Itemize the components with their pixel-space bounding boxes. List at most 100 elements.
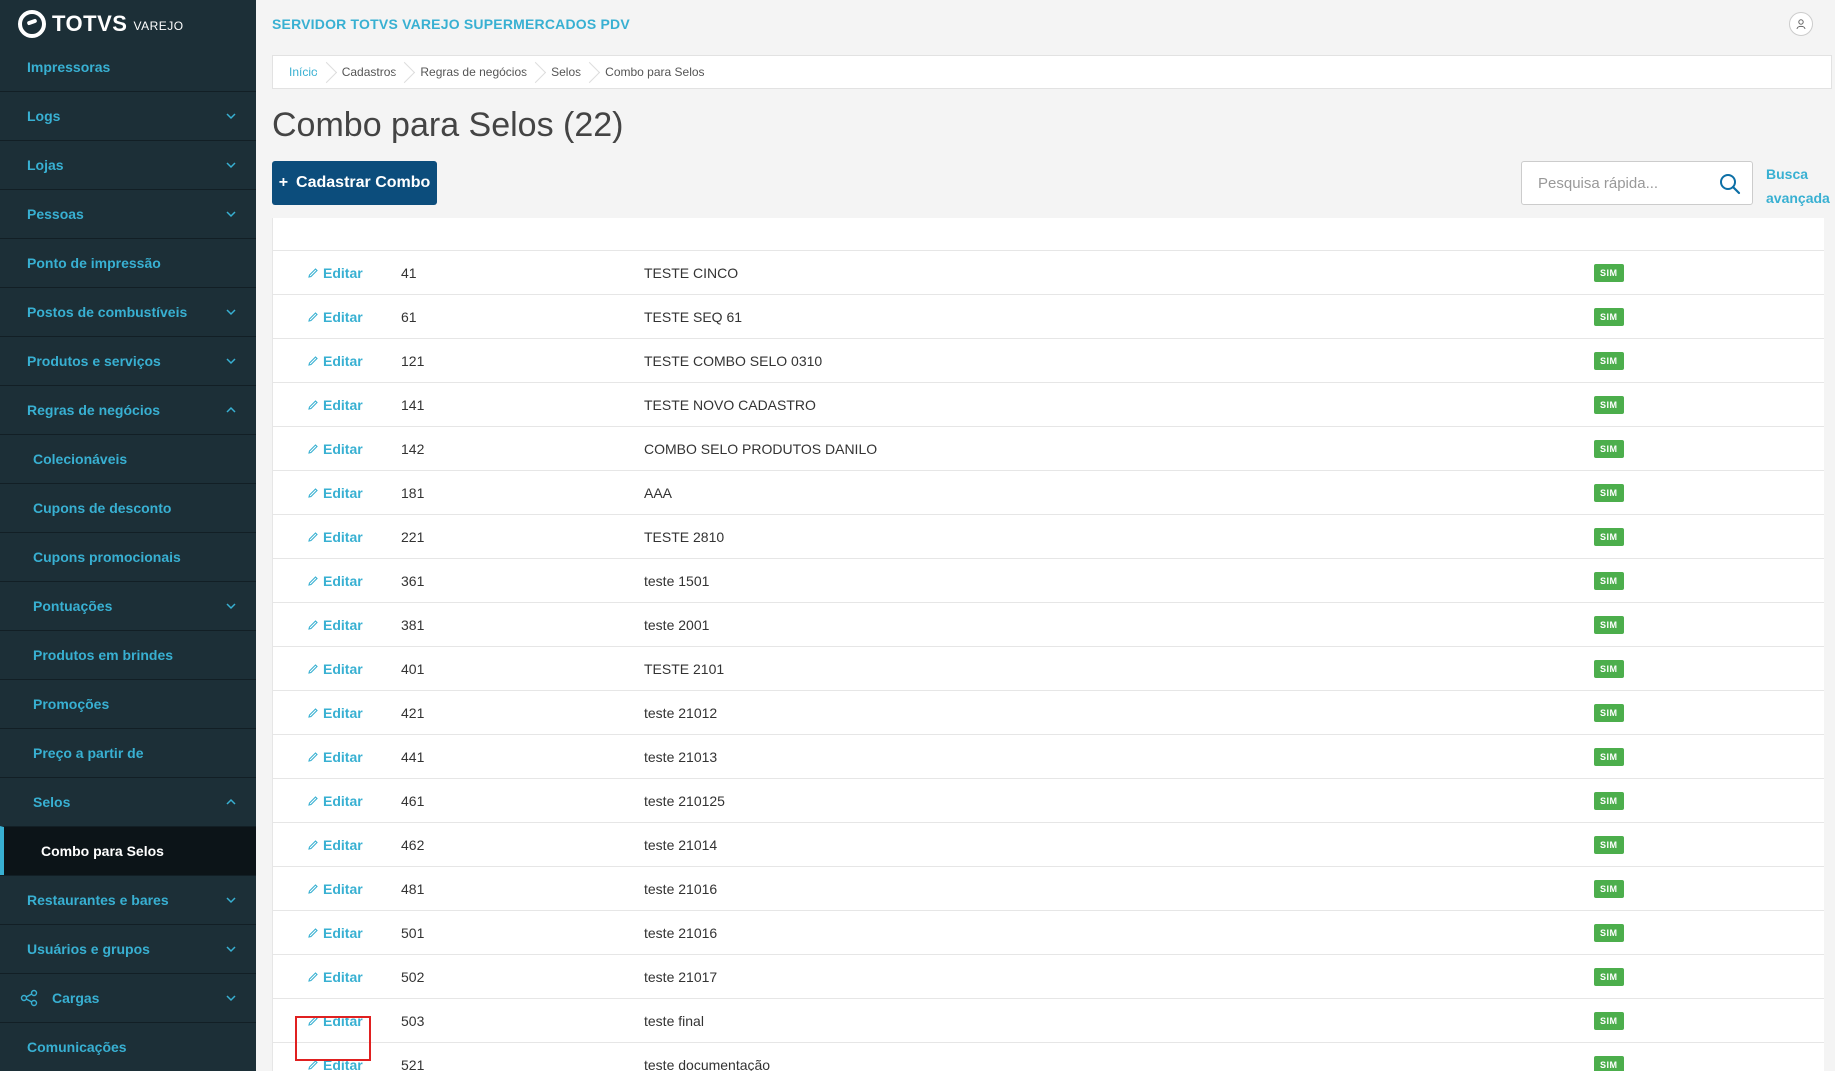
edit-link[interactable]: Editar xyxy=(273,1057,401,1071)
combo-description: teste 21013 xyxy=(644,748,718,765)
edit-link[interactable]: Editar xyxy=(273,881,401,897)
user-menu-button[interactable] xyxy=(1789,12,1813,36)
sidebar-item-pessoas[interactable]: Pessoas xyxy=(0,189,256,238)
edit-link[interactable]: Editar xyxy=(273,969,401,985)
sidebar-item-label: Promoções xyxy=(33,696,110,712)
sidebar-item-cupons-promocionais[interactable]: Cupons promocionais xyxy=(0,532,256,581)
pencil-icon xyxy=(308,971,318,982)
advanced-search-link[interactable]: Busca avançada xyxy=(1766,162,1832,210)
combo-description: teste final xyxy=(644,1012,704,1029)
sidebar-item-produtos-e-servicos[interactable]: Produtos e serviços xyxy=(0,336,256,385)
status-cell: SIM xyxy=(1594,747,1694,766)
chevron-down-icon xyxy=(226,358,236,365)
edit-link[interactable]: Editar xyxy=(273,837,401,853)
chevron-down-icon xyxy=(226,211,236,218)
pencil-icon xyxy=(308,575,318,586)
edit-link[interactable]: Editar xyxy=(273,705,401,721)
chevron-wrapper xyxy=(224,599,238,613)
sidebar-item-label: Impressoras xyxy=(27,59,111,75)
combo-description: teste 21012 xyxy=(644,704,718,721)
sidebar-item-regras-de-negocios[interactable]: Regras de negócios xyxy=(0,385,256,434)
edit-link[interactable]: Editar xyxy=(273,617,401,633)
sidebar-item-combo-para-selos[interactable]: Combo para Selos xyxy=(0,826,256,875)
sidebar-item-left: Comunicações xyxy=(27,1039,127,1055)
chevron-wrapper xyxy=(224,207,238,221)
breadcrumb-item-inicio[interactable]: Início xyxy=(281,56,330,88)
combo-description: teste 21014 xyxy=(644,836,718,853)
edit-link[interactable]: Editar xyxy=(273,353,401,369)
edit-link[interactable]: Editar xyxy=(273,573,401,589)
combo-description: AAA xyxy=(644,484,673,501)
sidebar-item-label: Cargas xyxy=(52,990,100,1006)
table-row: Editar 441 teste 21013 SIM xyxy=(273,735,1824,779)
sidebar-item-produtos-em-brindes[interactable]: Produtos em brindes xyxy=(0,630,256,679)
sidebar-item-left: Pessoas xyxy=(27,206,84,222)
search-icon[interactable] xyxy=(1718,172,1742,196)
edit-label: Editar xyxy=(323,572,363,589)
sidebar-item-left: Produtos e serviços xyxy=(27,353,161,369)
add-combo-button[interactable]: + Cadastrar Combo xyxy=(272,161,437,205)
edit-link[interactable]: Editar xyxy=(273,661,401,677)
chevron-wrapper xyxy=(224,354,238,368)
sidebar-item-impressoras[interactable]: Impressoras xyxy=(0,42,256,91)
sidebar-item-lojas[interactable]: Lojas xyxy=(0,140,256,189)
sidebar-item-postos-de-combustiveis[interactable]: Postos de combustíveis xyxy=(0,287,256,336)
pencil-icon xyxy=(308,267,318,278)
edit-link[interactable]: Editar xyxy=(273,485,401,501)
sidebar-item-left: Restaurantes e bares xyxy=(27,892,169,908)
edit-link[interactable]: Editar xyxy=(273,529,401,545)
sidebar-item-cupons-de-desconto[interactable]: Cupons de desconto xyxy=(0,483,256,532)
edit-link[interactable]: Editar xyxy=(273,749,401,765)
edit-link[interactable]: Editar xyxy=(273,397,401,413)
chevron-wrapper xyxy=(224,893,238,907)
pencil-icon xyxy=(308,1059,318,1070)
status-badge: SIM xyxy=(1594,924,1624,942)
combo-description: TESTE 2810 xyxy=(644,528,725,545)
sidebar-item-colecionaveis[interactable]: Colecionáveis xyxy=(0,434,256,483)
status-badge: SIM xyxy=(1594,748,1624,766)
combo-code: 501 xyxy=(401,924,425,941)
sidebar-item-comunicacoes[interactable]: Comunicações xyxy=(0,1022,256,1071)
sidebar-item-left: Colecionáveis xyxy=(33,451,127,467)
server-title: SERVIDOR TOTVS VAREJO SUPERMERCADOS PDV xyxy=(272,16,630,32)
pencil-icon xyxy=(308,487,318,498)
edit-link[interactable]: Editar xyxy=(273,265,401,281)
edit-link[interactable]: Editar xyxy=(273,1013,401,1029)
chevron-wrapper xyxy=(224,109,238,123)
brand-logo[interactable]: TOTVS VAREJO xyxy=(0,0,256,48)
combo-description: teste 21016 xyxy=(644,924,718,941)
chevron-up-icon xyxy=(226,798,236,805)
combo-code: 181 xyxy=(401,484,425,501)
combo-description: TESTE CINCO xyxy=(644,264,739,281)
chevron-wrapper xyxy=(224,991,238,1005)
pencil-icon xyxy=(308,355,318,366)
sidebar-item-usuarios-e-grupos[interactable]: Usuários e grupos xyxy=(0,924,256,973)
sidebar: Impressoras Logs Lojas Pessoas Ponto de impr… xyxy=(0,0,256,1071)
sidebar-item-pontuacoes[interactable]: Pontuações xyxy=(0,581,256,630)
sidebar-item-logs[interactable]: Logs xyxy=(0,91,256,140)
quick-search[interactable] xyxy=(1521,161,1753,205)
breadcrumb-item-regras-de-negocios[interactable]: Regras de negócios xyxy=(408,56,539,88)
edit-link[interactable]: Editar xyxy=(273,309,401,325)
edit-link[interactable]: Editar xyxy=(273,925,401,941)
combo-code: 61 xyxy=(401,308,417,325)
edit-label: Editar xyxy=(323,836,363,853)
sidebar-item-ponto-de-impressao[interactable]: Ponto de impressão xyxy=(0,238,256,287)
sidebar-item-selos[interactable]: Selos xyxy=(0,777,256,826)
status-cell: SIM xyxy=(1594,395,1694,414)
sidebar-item-promocoes[interactable]: Promoções xyxy=(0,679,256,728)
breadcrumb-item-cadastros[interactable]: Cadastros xyxy=(330,56,409,88)
edit-link[interactable]: Editar xyxy=(273,793,401,809)
chevron-wrapper xyxy=(224,648,238,662)
edit-link[interactable]: Editar xyxy=(273,441,401,457)
sidebar-item-label: Comunicações xyxy=(27,1039,127,1055)
table-row: Editar 481 teste 21016 SIM xyxy=(273,867,1824,911)
edit-label: Editar xyxy=(323,528,363,545)
sidebar-item-restaurantes-e-bares[interactable]: Restaurantes e bares xyxy=(0,875,256,924)
sidebar-item-cargas[interactable]: Cargas xyxy=(0,973,256,1022)
status-badge: SIM xyxy=(1594,616,1624,634)
search-input[interactable] xyxy=(1538,174,1708,192)
sidebar-item-preco-a-partir-de[interactable]: Preço a partir de xyxy=(0,728,256,777)
breadcrumb-item-selos[interactable]: Selos xyxy=(539,56,593,88)
status-cell: SIM xyxy=(1594,659,1694,678)
